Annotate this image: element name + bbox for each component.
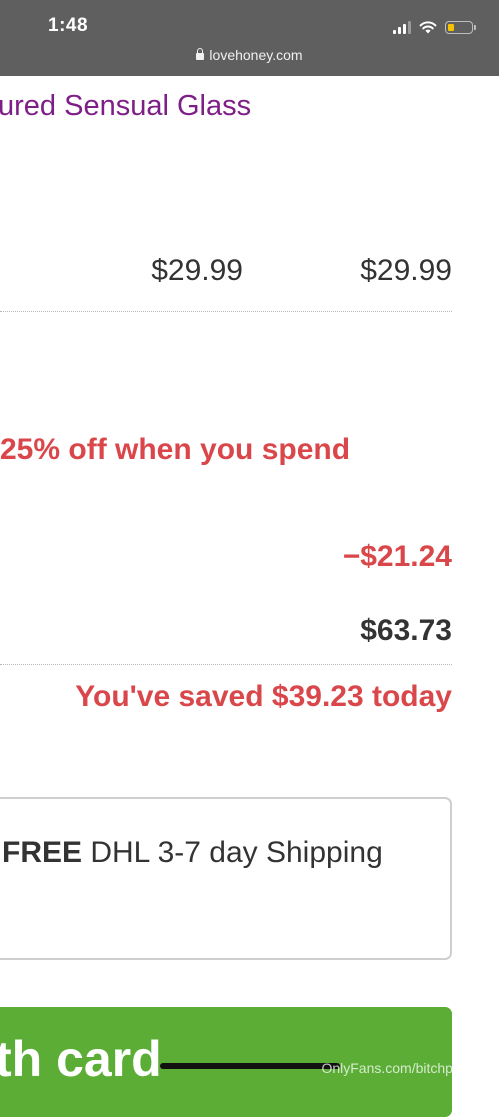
promotion-text: 25% off when you spend [0,433,351,466]
shipping-option-card[interactable]: FREE DHL 3-7 day Shipping [0,797,452,960]
savings-message: You've saved $39.23 today [75,680,452,713]
unit-price: $29.99 [151,254,243,287]
system-icons [393,17,476,37]
shipping-description: DHL 3-7 day Shipping [82,836,383,869]
free-label: FREE [2,836,83,869]
order-total: $63.73 [360,614,452,647]
line-total: $29.99 [360,254,452,287]
home-indicator[interactable] [160,1063,340,1069]
status-bar: 1:48 lovehoney.com [0,0,499,76]
pay-button-label: th card [0,1031,162,1087]
watermark: OnlyFans.com/bitchpudding [321,1060,495,1076]
url-text: lovehoney.com [209,47,303,63]
status-time: 1:48 [48,15,89,36]
divider [0,664,452,665]
product-title-link[interactable]: ured Sensual Glass [0,90,251,123]
url-bar[interactable]: lovehoney.com [0,47,499,63]
battery-level [448,23,454,31]
battery-low-icon [445,20,476,34]
lock-icon [196,48,205,60]
wifi-icon [419,21,437,34]
cellular-signal-icon [393,20,411,34]
shipping-option-label: FREE DHL 3-7 day Shipping [2,836,383,870]
discount-amount: −$21.24 [342,540,452,573]
divider [0,311,452,312]
